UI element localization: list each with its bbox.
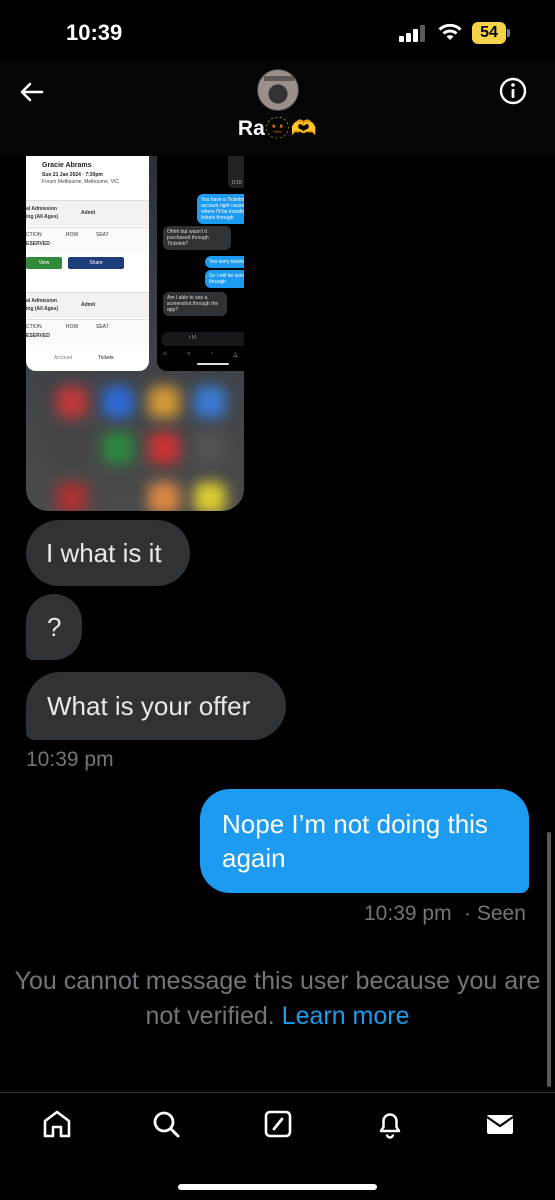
- incoming-timestamp: 10:39 pm: [26, 748, 114, 771]
- battery-icon: 54: [472, 22, 510, 44]
- mail-icon[interactable]: [483, 1107, 517, 1141]
- ticket-seat-row: CTION ROW SEAT ESERVED: [26, 227, 149, 253]
- outgoing-message[interactable]: Nope I’m not doing this again: [200, 789, 529, 893]
- video-thumb: 0:15: [228, 156, 244, 188]
- info-circle-icon[interactable]: [497, 75, 529, 107]
- signal-icon: [399, 24, 427, 42]
- incoming-message[interactable]: What is your offer: [26, 672, 286, 740]
- chat-screenshot-panel: 0:15 You have a Ticketmaster account rig…: [157, 156, 244, 371]
- blurred-home-screen: [26, 366, 244, 511]
- ticket-venue: Forum Melbourne, Melbourne, VIC: [42, 179, 119, 185]
- outgoing-timestamp: 10:39 pm: [364, 902, 452, 925]
- ticket-view-button: View: [26, 257, 62, 269]
- ticket-share-button: Share: [68, 257, 124, 269]
- conversation-header: Ra🫥🫶: [0, 62, 555, 156]
- mini-message: Am I able to see a screenshot through th…: [163, 292, 227, 316]
- ticket-screenshot-panel: Gracie Abrams Sun 21 Jan 2024 · 7:30pm F…: [26, 156, 149, 371]
- ticket-artist: Gracie Abrams: [42, 162, 92, 169]
- mini-message: Yes sorry tickete: [205, 256, 244, 268]
- scrollbar[interactable]: [547, 832, 551, 1087]
- bell-icon[interactable]: [373, 1107, 407, 1141]
- contact-avatar[interactable]: [257, 69, 299, 111]
- status-time: 10:39: [66, 20, 123, 45]
- ticket-tab-tickets: Tickets: [98, 355, 114, 361]
- mini-composer: f M: [161, 332, 244, 346]
- seen-status: · Seen: [464, 902, 526, 925]
- ticket-tab-account: Account: [54, 355, 73, 361]
- incoming-message[interactable]: ?: [26, 594, 82, 660]
- mini-message: So I will be sending it through: [205, 270, 244, 288]
- battery-level: 54: [472, 22, 506, 44]
- cannot-message-notice: You cannot message this user because you…: [0, 964, 555, 1034]
- ticket-section-row-2: al Admission ing (All Ages) Admit: [26, 292, 149, 318]
- compose-icon[interactable]: [261, 1107, 295, 1141]
- ticket-date: Sun 21 Jan 2024 · 7:30pm: [42, 172, 103, 178]
- mini-message: Ohhh but wasn't it purchased through Tic…: [163, 226, 231, 250]
- home-icon[interactable]: [40, 1107, 74, 1141]
- search-icon[interactable]: [149, 1107, 183, 1141]
- notice-text: You cannot message this user because you…: [14, 967, 541, 1030]
- mini-tab-bar: ⌂○◦△✉: [163, 351, 238, 358]
- arrow-left-icon[interactable]: [16, 76, 48, 108]
- wifi-icon: [438, 23, 462, 40]
- home-indicator: [178, 1184, 377, 1190]
- incoming-message[interactable]: I what is it: [26, 520, 190, 586]
- shared-screenshot-image[interactable]: Gracie Abrams Sun 21 Jan 2024 · 7:30pm F…: [26, 156, 244, 511]
- ticket-seat-row-2: CTION ROW SEAT ESERVED: [26, 319, 149, 345]
- status-bar: 10:39 54: [0, 0, 555, 62]
- ticket-section-row: al Admission ing (All Ages) Admit: [26, 200, 149, 226]
- mini-message: You have a Ticketmaster account right ca…: [197, 194, 244, 224]
- learn-more-link[interactable]: Learn more: [282, 1002, 410, 1030]
- contact-name[interactable]: Ra🫥🫶: [0, 117, 555, 141]
